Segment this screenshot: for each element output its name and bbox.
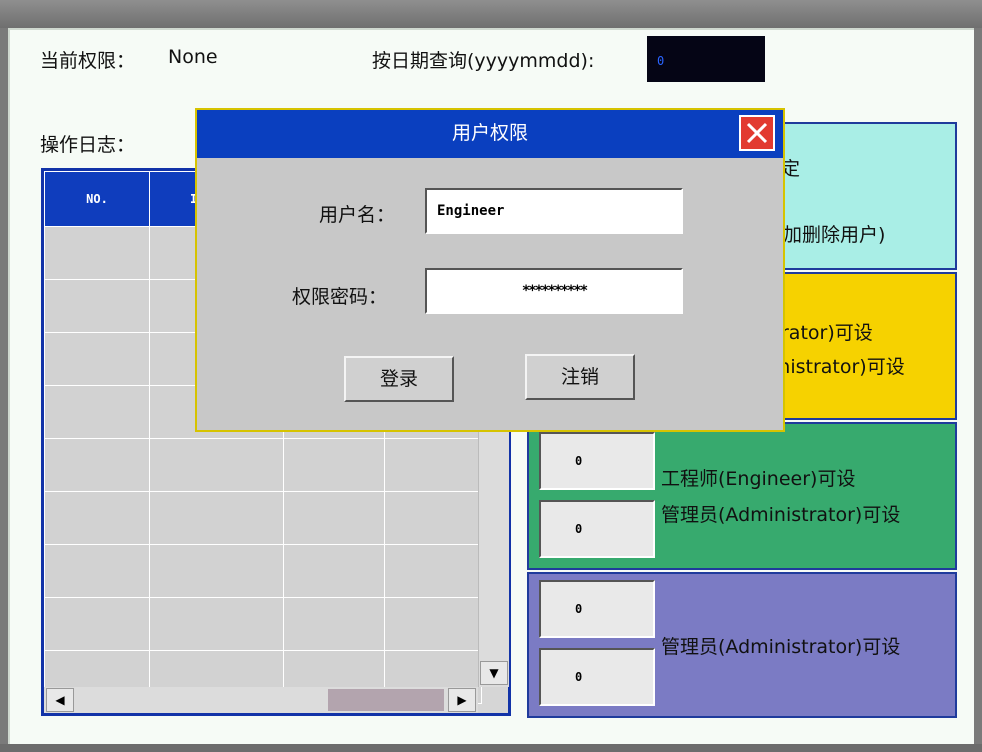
admin-value: 0 [575,522,583,536]
col-header-no[interactable]: NO. [44,171,150,227]
logout-button[interactable]: 注销 [525,354,635,400]
permission-panel-4: 0 0 管理员(Administrator)可设 [527,572,957,718]
permission-value: None [168,46,218,68]
admin-value-input-1[interactable]: 0 [539,580,655,638]
engineer-value-input[interactable]: 0 [539,432,655,490]
date-query-label: 按日期查询(yyyymmdd): [372,50,595,72]
password-field[interactable]: ********** [425,268,683,314]
panel4-line1: 管理员(Administrator)可设 [661,636,901,658]
password-label: 权限密码： [292,286,388,308]
table-row[interactable] [44,597,482,651]
panel2-line1: rator)可设 [781,322,873,344]
username-value: Engineer [437,203,505,219]
table-row[interactable] [44,544,482,598]
panel1-line2: 加删除用户) [783,224,886,246]
username-label: 用户名： [319,204,396,226]
window-bottom-frame [0,744,982,752]
admin-value-input[interactable]: 0 [539,500,655,558]
table-row[interactable] [44,438,482,492]
admin-value-2: 0 [575,670,583,684]
scroll-thumb[interactable] [328,689,444,711]
date-query-input[interactable]: 0 [647,36,765,82]
password-value: ********** [521,283,588,299]
panel2-line2: inistrator)可设 [773,356,905,378]
username-field[interactable]: Engineer [425,188,683,234]
admin-value-input-2[interactable]: 0 [539,648,655,706]
horizontal-scrollbar[interactable]: ◀ ▶ [44,687,478,713]
engineer-value: 0 [575,454,583,468]
close-icon[interactable] [739,115,775,151]
user-permission-dialog: 用户权限 用户名： Engineer 权限密码： ********** 登录 注… [195,108,785,432]
admin-value-1: 0 [575,602,583,616]
permission-label: 当前权限： [40,50,136,72]
scroll-down-icon[interactable]: ▼ [480,661,508,685]
scroll-right-icon[interactable]: ▶ [448,688,476,712]
panel3-line2: 管理员(Administrator)可设 [661,504,901,526]
login-button[interactable]: 登录 [344,356,454,402]
window-top-frame [0,0,982,28]
table-row[interactable] [44,491,482,545]
date-query-value: 0 [657,54,665,68]
scroll-left-icon[interactable]: ◀ [46,688,74,712]
dialog-title: 用户权限 [197,110,783,158]
permission-panel-3: 0 0 工程师(Engineer)可设 管理员(Administrator)可设 [527,422,957,570]
log-label: 操作日志： [40,134,136,156]
panel3-line1: 工程师(Engineer)可设 [661,468,856,490]
